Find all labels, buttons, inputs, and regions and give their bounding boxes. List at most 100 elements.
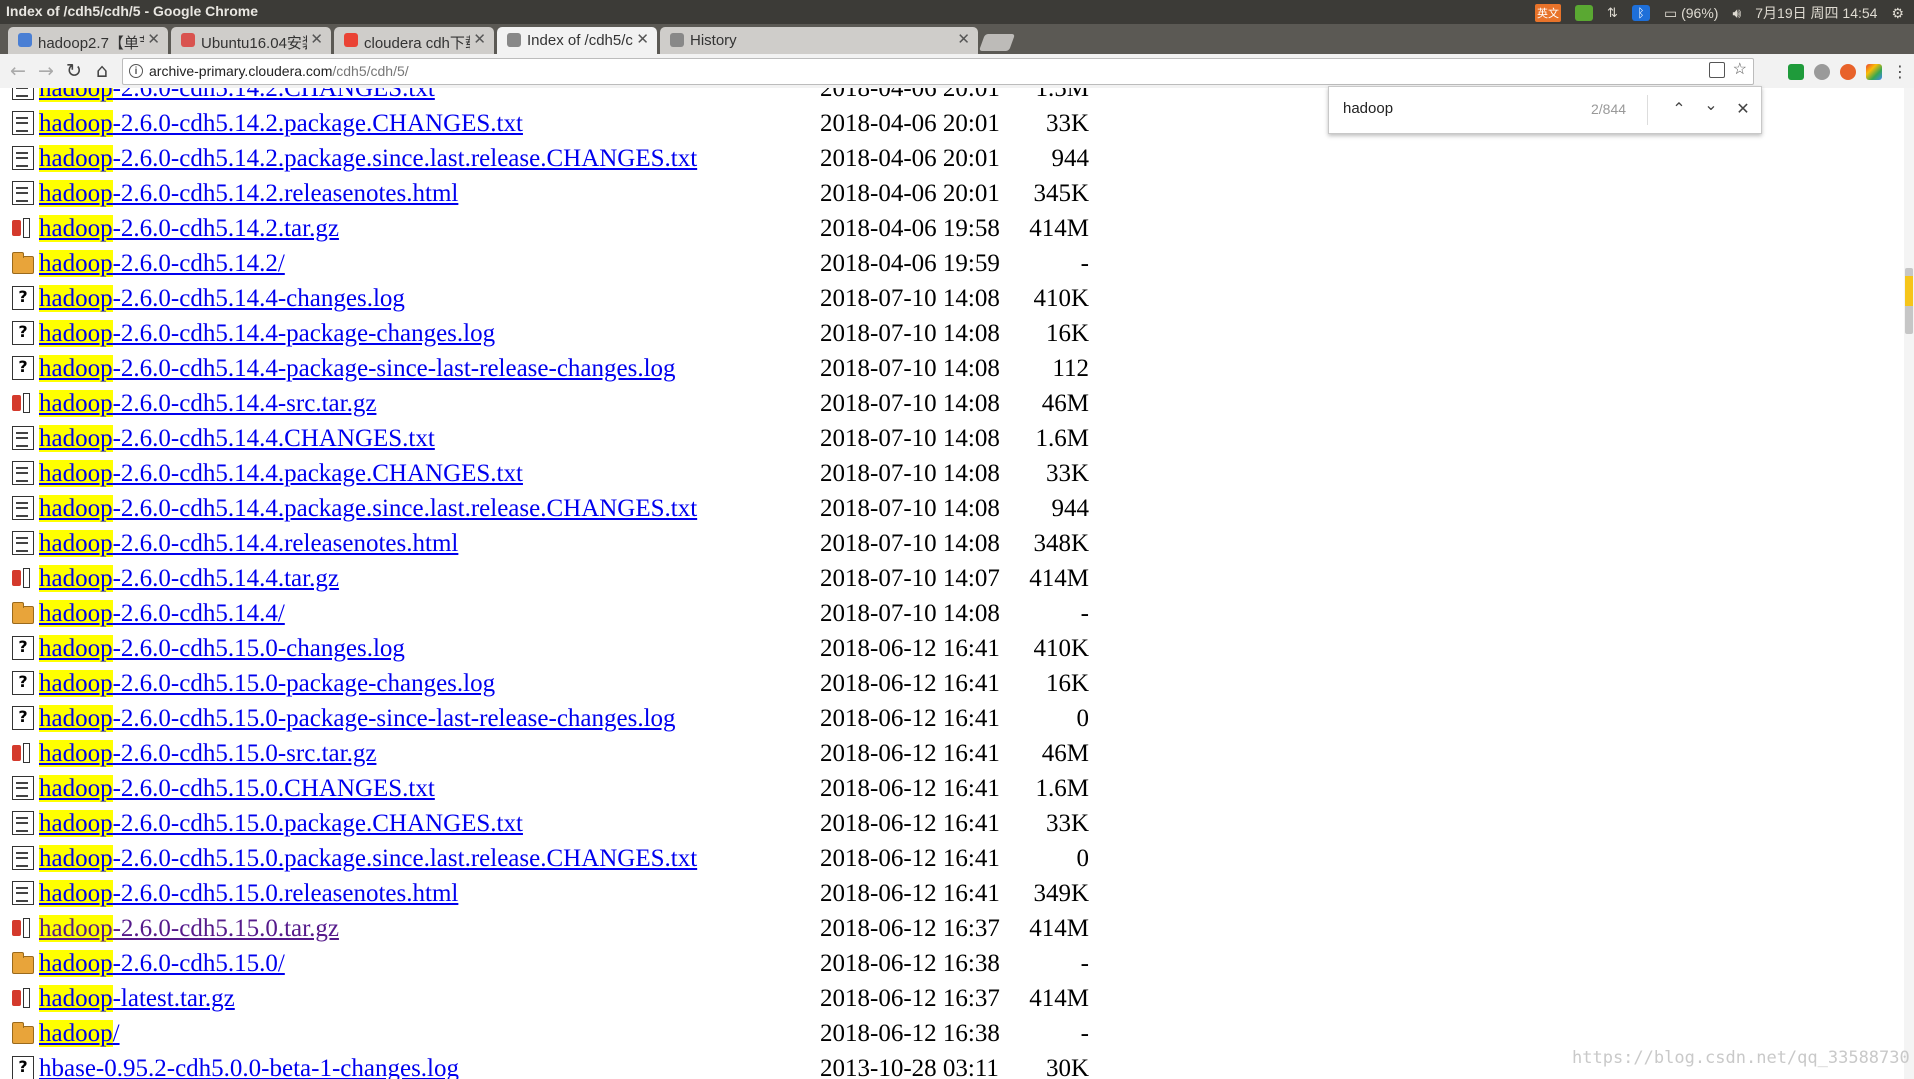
- archive-file-icon: [12, 986, 34, 1010]
- listing-row: ? hbase-0.95.2-cdh5.0.0-beta-1-changes.lo…: [12, 1055, 1112, 1079]
- file-link[interactable]: hadoop-2.6.0-cdh5.15.0.CHANGES.txt: [39, 775, 435, 803]
- network-icon[interactable]: ⇅: [1607, 5, 1618, 21]
- url-host: archive-primary.cloudera.com: [149, 63, 333, 79]
- file-link[interactable]: hadoop-2.6.0-cdh5.14.4.package.since.las…: [39, 495, 697, 523]
- unknown-file-icon: ?: [12, 636, 34, 660]
- find-input[interactable]: hadoop: [1343, 100, 1393, 117]
- tab-cloudera-search[interactable]: cloudera cdh下载 ✕: [334, 27, 494, 54]
- power-icon[interactable]: ⚙: [1891, 5, 1904, 22]
- bluetooth-icon[interactable]: ᛒ: [1631, 5, 1650, 21]
- modified-date: 2018-07-10 14:08: [820, 530, 1000, 557]
- file-size: 0: [1076, 705, 1090, 732]
- file-link[interactable]: hadoop-2.6.0-cdh5.14.2/: [39, 250, 285, 278]
- search-highlight: hadoop: [39, 565, 113, 592]
- browser-toolbar: ← → ↻ ⌂ i archive-primary.cloudera.com/c…: [0, 54, 1914, 89]
- battery-status[interactable]: ▭ (96%): [1664, 5, 1718, 22]
- nvidia-icon[interactable]: [1575, 5, 1594, 21]
- watermark: https://blog.csdn.net/qq_33588730: [1572, 1048, 1910, 1068]
- search-highlight: hadoop: [39, 880, 113, 907]
- file-link[interactable]: hadoop-2.6.0-cdh5.14.2.tar.gz: [39, 215, 339, 243]
- file-link[interactable]: hadoop/: [39, 1020, 120, 1048]
- listing-row: hadoop-2.6.0-cdh5.15.0.package.CHANGES.t…: [12, 810, 1112, 845]
- file-link[interactable]: hadoop-latest.tar.gz: [39, 985, 235, 1013]
- file-link[interactable]: hadoop-2.6.0-cdh5.15.0-package-since-las…: [39, 705, 676, 733]
- file-link[interactable]: hadoop-2.6.0-cdh5.14.2.package.CHANGES.t…: [39, 110, 523, 138]
- file-link[interactable]: hadoop-2.6.0-cdh5.15.0-changes.log: [39, 635, 405, 663]
- reload-icon: ↻: [66, 60, 82, 82]
- file-link[interactable]: hadoop-2.6.0-cdh5.14.2.CHANGES.txt: [39, 88, 435, 103]
- file-link[interactable]: hadoop-2.6.0-cdh5.14.4-changes.log: [39, 285, 405, 313]
- file-link[interactable]: hadoop-2.6.0-cdh5.15.0.package.since.las…: [39, 845, 697, 873]
- find-close-button[interactable]: ✕: [1733, 99, 1753, 119]
- modified-date: 2018-07-10 14:08: [820, 425, 1000, 452]
- file-link[interactable]: hadoop-2.6.0-cdh5.14.4-package-since-las…: [39, 355, 676, 383]
- new-tab-button[interactable]: [978, 34, 1016, 51]
- file-link[interactable]: hadoop-2.6.0-cdh5.14.4/: [39, 600, 285, 628]
- extension-multicolor-icon[interactable]: [1866, 63, 1882, 80]
- file-link[interactable]: hadoop-2.6.0-cdh5.15.0/: [39, 950, 285, 978]
- file-link[interactable]: hadoop-2.6.0-cdh5.14.4.CHANGES.txt: [39, 425, 435, 453]
- file-link[interactable]: hadoop-2.6.0-cdh5.15.0.tar.gz: [39, 915, 339, 943]
- tab-ubuntu[interactable]: Ubuntu16.04安装CI ✕: [171, 27, 331, 54]
- file-size: 414M: [1029, 215, 1089, 242]
- translate-icon[interactable]: [1708, 62, 1725, 78]
- file-link[interactable]: hadoop-2.6.0-cdh5.14.4.releasenotes.html: [39, 530, 458, 558]
- listing-row: hadoop-2.6.0-cdh5.14.4-src.tar.gz 2018-07…: [12, 390, 1112, 425]
- file-link[interactable]: hadoop-2.6.0-cdh5.14.4.tar.gz: [39, 565, 339, 593]
- file-link[interactable]: hadoop-2.6.0-cdh5.15.0.package.CHANGES.t…: [39, 810, 523, 838]
- modified-date: 2018-06-12 16:41: [820, 845, 1000, 872]
- file-link[interactable]: hadoop-2.6.0-cdh5.14.4-src.tar.gz: [39, 390, 376, 418]
- reload-button[interactable]: ↻: [62, 59, 86, 83]
- tab-history[interactable]: History ✕: [660, 27, 978, 54]
- home-button[interactable]: ⌂: [90, 59, 114, 83]
- archive-file-icon: [12, 566, 34, 590]
- clock[interactable]: 7月19日 周四 14:54: [1755, 3, 1877, 23]
- modified-date: 2013-10-28 03:11: [820, 1055, 999, 1079]
- tab-close-icon[interactable]: ✕: [957, 30, 970, 48]
- file-link[interactable]: hadoop-2.6.0-cdh5.14.4-package-changes.l…: [39, 320, 495, 348]
- bookmark-star-icon[interactable]: ☆: [1733, 62, 1747, 78]
- extension-gray-icon[interactable]: [1814, 63, 1830, 80]
- volume-icon[interactable]: 🔊︎: [1732, 5, 1741, 22]
- file-link[interactable]: hbase-0.95.2-cdh5.0.0-beta-1-changes.log: [39, 1055, 459, 1079]
- text-file-icon: [12, 531, 34, 555]
- back-button[interactable]: ←: [6, 59, 30, 83]
- file-size: 944: [1051, 145, 1090, 172]
- file-link[interactable]: hadoop-2.6.0-cdh5.15.0.releasenotes.html: [39, 880, 458, 908]
- tab-close-icon[interactable]: ✕: [473, 30, 486, 48]
- find-previous-button[interactable]: ⌃: [1669, 99, 1689, 119]
- tab-hadoop27[interactable]: hadoop2.7【单节点 ✕: [8, 27, 168, 54]
- file-link[interactable]: hadoop-2.6.0-cdh5.14.4.package.CHANGES.t…: [39, 460, 523, 488]
- text-file-icon: [12, 846, 34, 870]
- file-link[interactable]: hadoop-2.6.0-cdh5.14.2.releasenotes.html: [39, 180, 458, 208]
- tab-label: Index of /cdh5/cdh: [527, 32, 633, 49]
- tab-index-cdh5[interactable]: Index of /cdh5/cdh ✕: [497, 27, 657, 54]
- tab-label: hadoop2.7【单节点: [38, 35, 144, 52]
- tab-close-icon[interactable]: ✕: [636, 30, 649, 48]
- file-link[interactable]: hadoop-2.6.0-cdh5.14.2.package.since.las…: [39, 145, 697, 173]
- url-text: archive-primary.cloudera.com/cdh5/cdh/5/: [149, 63, 409, 79]
- search-highlight: hadoop: [39, 110, 113, 137]
- vertical-scrollbar[interactable]: [1904, 88, 1914, 1079]
- folder-icon: [12, 1022, 34, 1044]
- modified-date: 2018-06-12 16:41: [820, 810, 1000, 837]
- text-file-icon: [12, 426, 34, 450]
- listing-row: hadoop-2.6.0-cdh5.15.0.package.since.las…: [12, 845, 1112, 880]
- listing-row: hadoop-2.6.0-cdh5.14.4.releasenotes.html…: [12, 530, 1112, 565]
- find-next-button[interactable]: ⌄: [1701, 95, 1721, 115]
- tab-close-icon[interactable]: ✕: [147, 30, 160, 48]
- input-method-icon[interactable]: 英文: [1535, 4, 1562, 22]
- address-bar[interactable]: i archive-primary.cloudera.com/cdh5/cdh/…: [122, 58, 1754, 85]
- file-link[interactable]: hadoop-2.6.0-cdh5.15.0-package-changes.l…: [39, 670, 495, 698]
- menu-kebab-icon[interactable]: ⋮: [1892, 62, 1908, 81]
- find-divider: [1647, 95, 1648, 125]
- tab-close-icon[interactable]: ✕: [310, 30, 323, 48]
- file-size: -: [1080, 1020, 1089, 1047]
- close-icon: ✕: [1736, 101, 1750, 118]
- extension-green-icon[interactable]: [1788, 63, 1804, 80]
- site-info-icon[interactable]: i: [129, 64, 143, 78]
- file-link[interactable]: hadoop-2.6.0-cdh5.15.0-src.tar.gz: [39, 740, 376, 768]
- forward-button[interactable]: →: [34, 59, 58, 83]
- file-size: 348K: [1033, 530, 1089, 557]
- extension-orange-icon[interactable]: [1840, 63, 1856, 80]
